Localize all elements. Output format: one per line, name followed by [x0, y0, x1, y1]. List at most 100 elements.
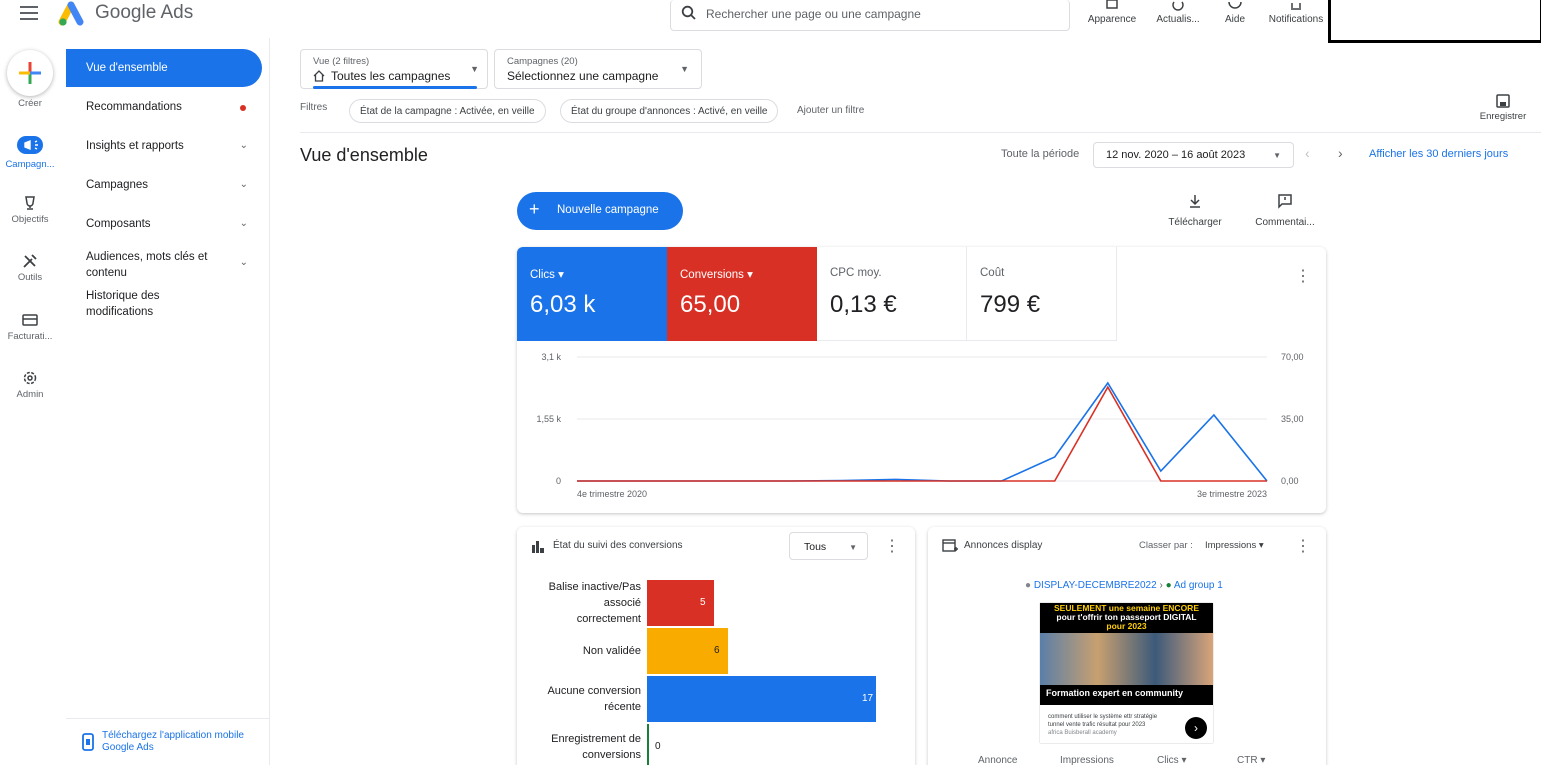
rail-campaigns-label: Campagn...: [5, 159, 55, 170]
rail-tools-label: Outils: [17, 272, 43, 283]
search-placeholder: Rechercher une page ou une campagne: [706, 7, 921, 21]
bar[interactable]: [647, 724, 649, 765]
metric-cost[interactable]: Coût 799 €: [967, 247, 1117, 341]
ad-preview[interactable]: SEULEMENT une semaine ENCORE pour t'offr…: [1040, 603, 1213, 743]
bar-value-label: 0: [655, 741, 661, 752]
chevron-down-icon: ⌄: [239, 257, 248, 268]
refresh-button[interactable]: Actualis...: [1150, 0, 1206, 25]
campaign-selector[interactable]: Campagnes (20) Sélectionnez une campagne…: [494, 49, 702, 89]
ad-image: [1040, 633, 1213, 685]
download-icon: [1166, 193, 1224, 214]
notifications-button[interactable]: Notifications: [1264, 0, 1328, 25]
metric-avg-cpc-value: 0,13 €: [830, 291, 897, 318]
bar-chart-icon: [532, 540, 544, 558]
view-dropdown[interactable]: Vue (2 filtres) Toutes les campagnes ▼: [300, 49, 488, 89]
col-ctr[interactable]: CTR ▾: [1237, 755, 1265, 765]
appearance-button[interactable]: Apparence: [1084, 0, 1140, 25]
bar-category-line: associé: [603, 597, 641, 609]
megaphone-icon: [17, 136, 43, 154]
create-label: Créer: [18, 98, 42, 109]
nav-item-audiences-label-2: contenu: [86, 267, 127, 279]
y-right-tick-label: 70,00: [1281, 352, 1304, 362]
refresh-label: Actualis...: [1156, 14, 1200, 25]
col-clicks[interactable]: Clics ▾: [1157, 755, 1186, 765]
nav-item-insights[interactable]: Insights et rapports ⌄: [66, 140, 262, 152]
conversion-filter-dropdown[interactable]: Tous ▼: [789, 532, 868, 560]
menu-icon[interactable]: [20, 6, 38, 20]
bar-category-line: Enregistrement de: [551, 733, 641, 745]
ad-campaign-link[interactable]: DISPLAY-DECEMBRE2022: [1034, 580, 1157, 591]
bar-value-label: 17: [862, 693, 874, 704]
nav-item-overview[interactable]: Vue d'ensemble: [66, 49, 262, 87]
metric-conversions-value: 65,00: [680, 291, 741, 318]
y-right-tick-label: 0,00: [1281, 476, 1299, 486]
rail-admin[interactable]: Admin: [0, 370, 60, 400]
rail-tools[interactable]: Outils: [0, 253, 60, 283]
create-button[interactable]: [7, 50, 53, 96]
more-vert-icon[interactable]: ⋮: [1295, 266, 1311, 286]
bar[interactable]: [647, 676, 876, 722]
gear-icon: [0, 370, 60, 389]
download-label: Télécharger: [1168, 217, 1222, 228]
more-vert-icon[interactable]: ⋮: [884, 536, 900, 556]
add-filter-button[interactable]: Ajouter un filtre: [797, 105, 864, 116]
y-right-tick-label: 35,00: [1281, 414, 1304, 424]
help-label: Aide: [1224, 14, 1245, 25]
plus-icon: [19, 62, 41, 84]
y-left-tick-label: 0: [556, 476, 561, 486]
nav-item-campaigns[interactable]: Campagnes ⌄: [66, 179, 262, 191]
search-input[interactable]: Rechercher une page ou une campagne: [670, 0, 1070, 31]
mobile-app-link[interactable]: Téléchargez l'application mobile Google …: [82, 730, 262, 754]
paused-dot-icon: ●: [1025, 580, 1032, 591]
chevron-left-icon[interactable]: ‹: [1305, 145, 1310, 161]
last-30-days-link[interactable]: Afficher les 30 derniers jours: [1369, 148, 1508, 160]
comments-button[interactable]: Commentai...: [1252, 193, 1318, 228]
nav-item-assets-label: Composants: [86, 218, 151, 230]
arrow-right-icon[interactable]: ›: [1185, 717, 1207, 739]
display-ad-icon: [942, 539, 958, 558]
metric-conversions[interactable]: Conversions ▾ 65,00: [667, 247, 817, 341]
dropdown-arrow-icon: ▼: [1273, 151, 1281, 160]
metric-avg-cpc[interactable]: CPC moy. 0,13 €: [817, 247, 967, 341]
comments-label: Commentai...: [1255, 217, 1315, 228]
col-ad[interactable]: Annonce: [978, 755, 1017, 765]
rail-billing[interactable]: Facturati...: [0, 312, 60, 342]
tools-icon: [0, 253, 60, 272]
save-icon: [1474, 94, 1532, 111]
phone-icon: [82, 733, 94, 755]
google-ads-logo: [58, 0, 88, 26]
filter-chip-adgroup-status[interactable]: État du groupe d'annonces : Activé, en v…: [560, 99, 779, 123]
nav-item-recommendations[interactable]: Recommandations: [66, 101, 262, 113]
chevron-down-icon: ⌄: [239, 179, 248, 190]
save-view-button[interactable]: Enregistrer: [1474, 94, 1532, 122]
more-vert-icon[interactable]: ⋮: [1295, 536, 1311, 556]
rail-goals[interactable]: Objectifs: [0, 195, 60, 225]
chevron-right-icon[interactable]: ›: [1338, 145, 1343, 161]
ad-header: SEULEMENT une semaine ENCORE pour t'offr…: [1040, 603, 1213, 633]
page-title: Vue d'ensemble: [300, 145, 428, 165]
enabled-dot-icon: ●: [1165, 580, 1172, 591]
ad-group-link[interactable]: Ad group 1: [1174, 580, 1223, 591]
ad-breadcrumb: ● DISPLAY-DECEMBRE2022 › ● Ad group 1: [1025, 580, 1223, 591]
new-campaign-button[interactable]: + Nouvelle campagne: [517, 192, 683, 230]
dropdown-arrow-icon: ▼: [849, 543, 857, 552]
dropdown-arrow-icon: ▼: [680, 64, 689, 74]
download-button[interactable]: Télécharger: [1166, 193, 1224, 228]
nav-item-change-history[interactable]: Historique des modifications: [66, 288, 262, 320]
line-chart: 0 0,00 1,55 k 35,00 3,1 k 70,00 4e trimestre 2…: [536, 352, 1304, 499]
nav-item-history-label-2: modifications: [86, 306, 154, 318]
col-impressions[interactable]: Impressions: [1060, 755, 1114, 765]
nav-item-audiences[interactable]: Audiences, mots clés et contenu ⌄: [66, 249, 262, 281]
date-range-picker[interactable]: 12 nov. 2020 – 16 août 2023 ▼: [1093, 142, 1294, 168]
nav-item-assets[interactable]: Composants ⌄: [66, 218, 262, 230]
metric-clicks[interactable]: Clics ▾ 6,03 k: [517, 247, 667, 341]
help-button[interactable]: Aide: [1210, 0, 1260, 25]
bar-category-line: Balise inactive/Pas: [548, 581, 641, 593]
sort-dropdown[interactable]: Impressions ▾: [1205, 540, 1264, 551]
filter-chip-campaign-status[interactable]: État de la campagne : Activée, en veille: [349, 99, 546, 123]
bar-category-label: Balise inactive/Pas associé correctement: [521, 579, 641, 627]
view-underline: [313, 86, 477, 89]
metric-clicks-label-text: Clics: [530, 269, 555, 281]
rail-campaigns[interactable]: Campagn...: [0, 136, 60, 170]
bar-category-line: Non validée: [582, 645, 641, 657]
